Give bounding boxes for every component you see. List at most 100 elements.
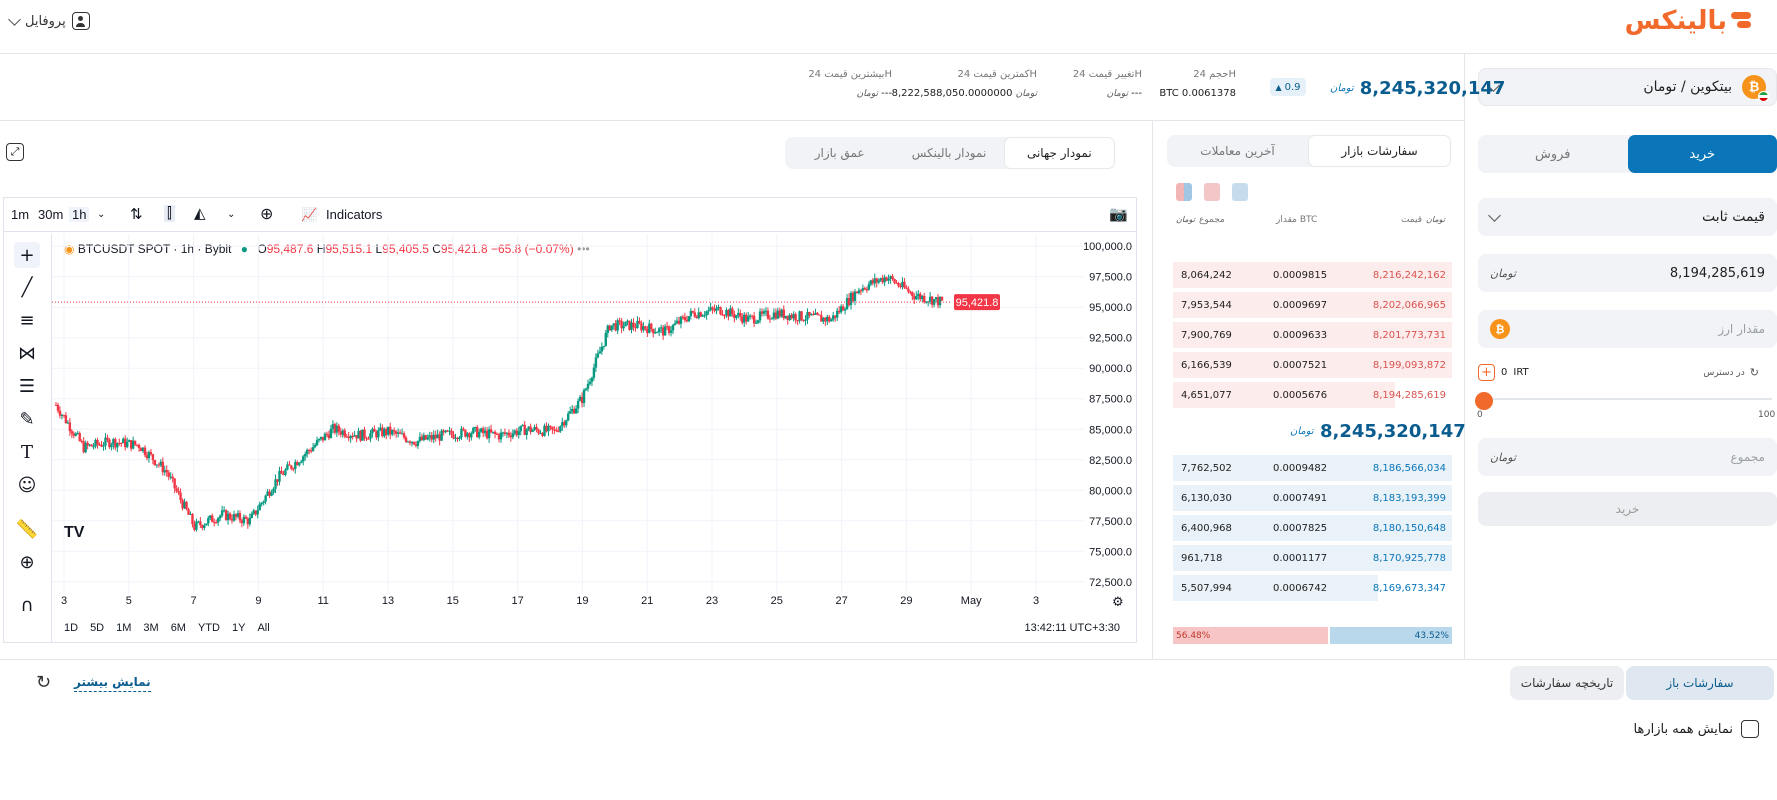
pattern-icon[interactable]: ⋈ [14,340,40,366]
chevron-down-icon[interactable]: ⌄ [97,209,105,220]
interval-1h[interactable]: 1h [69,207,90,222]
range-5d[interactable]: 5D [90,622,104,634]
emoji-icon[interactable]: ☺ [14,472,40,498]
order-amount: 0.0001177 [1273,553,1328,564]
tab-market-orders[interactable]: سفارشات بازار [1308,135,1451,167]
text-icon[interactable]: T [14,439,40,465]
range-3m[interactable]: 3M [143,622,158,634]
candle-body [656,332,659,334]
price-chart[interactable]: 100,000.0 97,500.0 95,000.0 92,500.0 90,000.… [52,234,1138,608]
candle-body [590,377,594,382]
candle-body [199,521,202,526]
candle-body [588,381,592,384]
indicators-button[interactable]: Indicators [326,207,382,222]
amount-field[interactable]: ₿ مقدار ارز [1478,310,1777,348]
bid-row[interactable]: 7,762,502 0.0009482 8,186,566,034 [1173,455,1452,481]
camera-icon[interactable]: 📷 [1109,205,1128,223]
order-total: 6,166,539 [1181,360,1232,371]
refresh-icon[interactable]: ↻ [36,672,51,693]
submit-buy-button[interactable]: خرید [1478,492,1777,526]
tab-balinex-chart[interactable]: نمودار بالینکس [894,137,1003,169]
trendline-icon[interactable]: ╱ [14,274,40,300]
tab-recent-trades[interactable]: آخرین معاملات [1167,135,1308,167]
candle-body [110,444,113,448]
ask-row[interactable]: 8,064,242 0.0009815 8,216,242,162 [1173,262,1452,288]
view-both-icon[interactable] [1176,183,1192,201]
balinex-logo[interactable]: بالینکس [1625,6,1753,36]
view-bids-icon[interactable] [1232,183,1248,201]
deposit-plus-icon[interactable]: + [1478,364,1495,381]
interval-1m[interactable]: 1m [11,207,29,222]
low-value: 8,222,588,050.0000000 [891,88,1013,99]
range-ytd[interactable]: YTD [198,622,220,634]
order-type-select[interactable]: قیمت ثابت [1478,198,1777,236]
price-field[interactable]: تومان 8,194,285,619 [1478,254,1777,292]
range-all[interactable]: All [257,622,269,634]
available-balance: + 0 IRT [1478,364,1529,381]
tab-market-depth[interactable]: عمق بازار [785,137,894,169]
candle-body [568,411,572,414]
volume-value: BTC 0.0061378 [1159,88,1236,99]
order-amount: 0.0009482 [1273,463,1328,474]
projection-icon[interactable]: ☰ [14,373,40,399]
show-more-link[interactable]: نمایش بیشتر [74,675,151,692]
candle-body [472,427,475,434]
candle-body [610,325,613,331]
logo-text: بالینکس [1624,6,1728,36]
candle-body [739,312,742,317]
candle-body [216,518,220,523]
sell-ratio-bar: 56.48% [1173,627,1328,644]
ruler-icon[interactable]: 📏 [14,516,40,542]
bid-row[interactable]: 6,400,968 0.0007825 8,180,150,648 [1173,515,1452,541]
area-chart-icon[interactable]: ◭ [194,204,206,222]
x-tick-label: 7 [191,595,197,607]
y-tick-label: 100,000.0 [1083,241,1132,253]
tab-order-history[interactable]: تاریخچه سفارشات [1510,666,1624,700]
ask-row[interactable]: 4,651,077 0.0005676 8,194,285,619 [1173,382,1452,408]
indicators-icon[interactable]: 📈 [301,207,317,223]
range-6m[interactable]: 6M [171,622,186,634]
range-1d[interactable]: 1D [64,622,78,634]
tab-open-orders[interactable]: سفارشات باز [1626,666,1774,700]
bid-row[interactable]: 6,130,030 0.0007491 8,183,193,399 [1173,485,1452,511]
zoom-in-icon[interactable]: ⊕ [14,549,40,575]
pair-selector[interactable]: بیتکوین / تومان ₿ [1478,68,1777,106]
order-price: 8,194,285,619 [1372,390,1446,401]
expand-icon[interactable]: ⤢ [6,143,24,161]
interval-30m[interactable]: 30m [38,207,63,222]
candle-body [644,326,647,329]
refresh-icon[interactable]: ↻ [1750,366,1759,379]
tab-buy[interactable]: خرید [1627,135,1777,173]
tab-sell[interactable]: فروش [1478,135,1628,173]
profile-menu[interactable]: پروفایل [8,12,90,30]
magnet-icon[interactable]: ∩ [14,592,40,618]
ask-row[interactable]: 6,166,539 0.0007521 8,199,093,872 [1173,352,1452,378]
amount-slider[interactable] [1483,398,1772,400]
ask-row[interactable]: 7,953,544 0.0009697 8,202,066,965 [1173,292,1452,318]
total-field[interactable]: تومان مجموع [1478,438,1777,476]
bar-replay-icon[interactable]: ⇅ [130,205,143,223]
crosshair-icon[interactable]: + [14,242,40,268]
candle-body [167,472,170,477]
drawing-toolbar: + ╱ ≡ ⋈ ☰ ✎ T ☺ 📏 ⊕ ∩ [4,234,52,642]
view-asks-icon[interactable] [1204,183,1220,201]
range-1m[interactable]: 1M [116,622,131,634]
candle-body [96,439,99,445]
bid-row[interactable]: 5,507,994 0.0006742 8,169,673,347 [1173,575,1452,601]
y-tick-label: 77,500.0 [1089,516,1132,528]
candle-body [555,429,558,431]
range-1y[interactable]: 1Y [232,622,245,634]
checkbox[interactable] [1741,720,1759,738]
candle-body [260,502,263,505]
candles-icon[interactable]: ⫿ [164,205,175,222]
chevron-down-icon[interactable]: ⌄ [227,209,235,220]
x-tick-label: 11 [317,595,328,607]
brush-icon[interactable]: ✎ [14,406,40,432]
slider-handle[interactable] [1475,392,1493,410]
tab-global-chart[interactable]: نمودار جهانی [1003,137,1115,169]
candle-body [426,437,430,440]
bid-row[interactable]: 961,718 0.0001177 8,170,925,778 [1173,545,1452,571]
add-plus-icon[interactable]: ⊕ [260,204,273,224]
fib-lines-icon[interactable]: ≡ [14,307,40,333]
ask-row[interactable]: 7,900,769 0.0009633 8,201,773,731 [1173,322,1452,348]
